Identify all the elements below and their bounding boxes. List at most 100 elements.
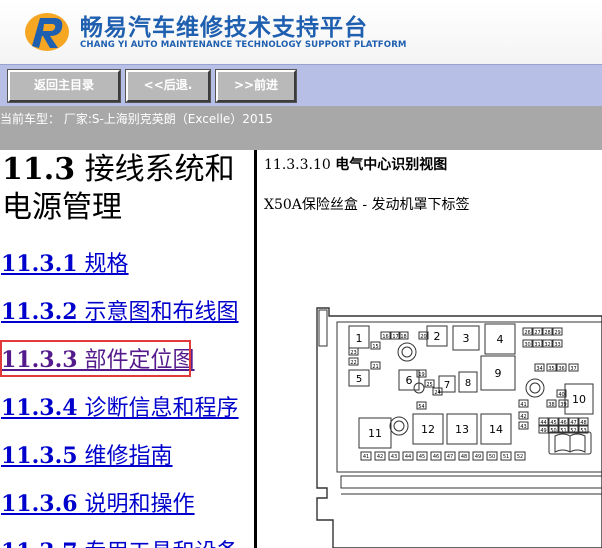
svg-text:53: 53 xyxy=(580,428,586,434)
relay-14: 14 xyxy=(480,413,512,445)
page-title: 11.3 接线系统和电源管理 xyxy=(2,151,252,227)
mini-fuse: 38 xyxy=(546,399,557,408)
relay-2: 2 xyxy=(426,325,448,347)
terminal-stud-icon xyxy=(525,378,545,398)
terminal-stud-icon xyxy=(397,342,417,362)
mini-fuse: 49 xyxy=(472,451,484,461)
forward-button[interactable]: >>前进 xyxy=(216,70,296,102)
svg-text:52: 52 xyxy=(517,454,523,460)
mini-fuse: 25 xyxy=(424,379,435,388)
toc-link-schematics[interactable]: 11.3.2 示意图和布线图 xyxy=(1,294,239,326)
svg-text:52: 52 xyxy=(570,428,576,434)
svg-text:54: 54 xyxy=(418,404,424,410)
selection-highlight xyxy=(0,340,191,377)
svg-text:5: 5 xyxy=(356,374,362,385)
toc-text: 专用工具和设备 xyxy=(78,540,239,548)
mini-fuse: 31 xyxy=(532,339,543,348)
svg-text:36: 36 xyxy=(558,366,564,372)
svg-text:48: 48 xyxy=(580,420,586,426)
svg-text:26: 26 xyxy=(524,330,530,336)
mini-fuse: 54 xyxy=(416,401,427,410)
svg-text:46: 46 xyxy=(560,420,566,426)
relay-3: 3 xyxy=(452,325,480,351)
svg-text:44: 44 xyxy=(405,454,411,460)
home-button[interactable]: 返回主目录 xyxy=(8,70,120,102)
mini-fuse: 47 xyxy=(568,417,579,426)
svg-text:25: 25 xyxy=(426,382,432,388)
app-header: 畅易汽车维修技术支持平台 CHANG YI AUTO MAINTENANCE T… xyxy=(0,0,602,64)
section-number: 11.3.3.10 xyxy=(264,157,331,173)
relay-4: 4 xyxy=(484,323,516,355)
mini-fuse: 49 xyxy=(538,425,549,434)
mini-fuse: 44 xyxy=(538,417,549,426)
svg-text:33: 33 xyxy=(554,342,560,348)
toc-link-special-tools[interactable]: 11.3.7 专用工具和设备 xyxy=(1,534,239,548)
svg-text:42: 42 xyxy=(520,414,526,420)
mini-fuse: 30 xyxy=(522,339,533,348)
diagram-caption: X50A保险丝盒 - 发动机罩下标签 xyxy=(264,197,470,213)
relay-7: 7 xyxy=(438,375,456,393)
mini-fuse: 42 xyxy=(518,411,529,420)
mini-fuse: 21 xyxy=(370,361,381,370)
brand-title: 畅易汽车维修技术支持平台 xyxy=(80,15,368,41)
toc-link-procedures[interactable]: 11.3.6 说明和操作 xyxy=(1,486,195,518)
terminal-stud-icon xyxy=(389,416,409,436)
mini-fuse: 34 xyxy=(534,363,545,372)
mini-fuse: 42 xyxy=(374,451,386,461)
svg-text:27: 27 xyxy=(534,330,540,336)
mini-fuse: 52 xyxy=(568,425,579,434)
svg-text:7: 7 xyxy=(444,380,450,391)
mini-fuse: 46 xyxy=(558,417,569,426)
svg-text:43: 43 xyxy=(520,424,526,430)
relay-5: 5 xyxy=(348,369,370,387)
svg-text:20: 20 xyxy=(420,334,426,340)
mini-fuse: 26 xyxy=(522,327,533,336)
svg-text:15: 15 xyxy=(372,344,378,350)
brand-logo-icon xyxy=(25,13,69,51)
svg-text:39: 39 xyxy=(560,402,566,408)
mini-fuse: 46 xyxy=(430,451,442,461)
svg-text:47: 47 xyxy=(447,454,453,460)
svg-text:35: 35 xyxy=(548,366,554,372)
fusebox-lip xyxy=(340,475,602,489)
svg-text:51: 51 xyxy=(503,454,509,460)
fuse-box-diagram: 1 2 3 4 5 6 7 8 9 10 11 12 13 14 1516 17 1… xyxy=(316,307,602,548)
mini-fuse: 41 xyxy=(518,399,529,408)
toc-link-repair-guide[interactable]: 11.3.5 维修指南 xyxy=(1,438,173,470)
mini-fuse: 45 xyxy=(416,451,428,461)
status-bar: 当前车型： 厂家:S-上海别克英朗（Excelle）2015 xyxy=(0,106,602,150)
mini-fuse: 19 xyxy=(416,369,427,378)
back-button[interactable]: <<后退. xyxy=(126,70,210,102)
svg-text:1: 1 xyxy=(356,332,363,345)
mini-fuse: 40 xyxy=(556,389,567,398)
svg-text:50: 50 xyxy=(550,428,556,434)
svg-text:21: 21 xyxy=(372,364,378,370)
svg-text:49: 49 xyxy=(475,454,481,460)
svg-text:23: 23 xyxy=(350,350,356,356)
nav-toolbar: 返回主目录 <<后退. >>前进 xyxy=(0,64,602,106)
relay-1: 1 xyxy=(348,325,370,349)
toc-link-specs[interactable]: 11.3.1 规格 xyxy=(1,246,129,278)
svg-text:28: 28 xyxy=(544,330,550,336)
relay-12: 12 xyxy=(412,413,444,445)
toc-link-diagnostics[interactable]: 11.3.4 诊断信息和程序 xyxy=(1,390,239,422)
toc-num: 11.3.7 xyxy=(1,539,78,548)
svg-text:40: 40 xyxy=(558,392,564,398)
mini-fuse: 33 xyxy=(552,339,563,348)
relay-10: 10 xyxy=(564,383,594,415)
mini-fuse: 18 xyxy=(398,331,409,340)
mini-fuse: 48 xyxy=(458,451,470,461)
mini-fuse: 52 xyxy=(514,451,526,461)
mini-fuse: 15 xyxy=(370,341,381,350)
svg-text:24: 24 xyxy=(434,390,440,396)
mini-fuse: 28 xyxy=(542,327,553,336)
svg-text:46: 46 xyxy=(433,454,439,460)
svg-text:32: 32 xyxy=(544,342,550,348)
svg-text:31: 31 xyxy=(534,342,540,348)
svg-text:45: 45 xyxy=(419,454,425,460)
svg-text:22: 22 xyxy=(350,360,356,366)
svg-text:44: 44 xyxy=(540,420,546,426)
current-vehicle: 当前车型： 厂家:S-上海别克英朗（Excelle）2015 xyxy=(0,112,273,126)
svg-text:41: 41 xyxy=(520,402,526,408)
mini-fuse: 50 xyxy=(486,451,498,461)
